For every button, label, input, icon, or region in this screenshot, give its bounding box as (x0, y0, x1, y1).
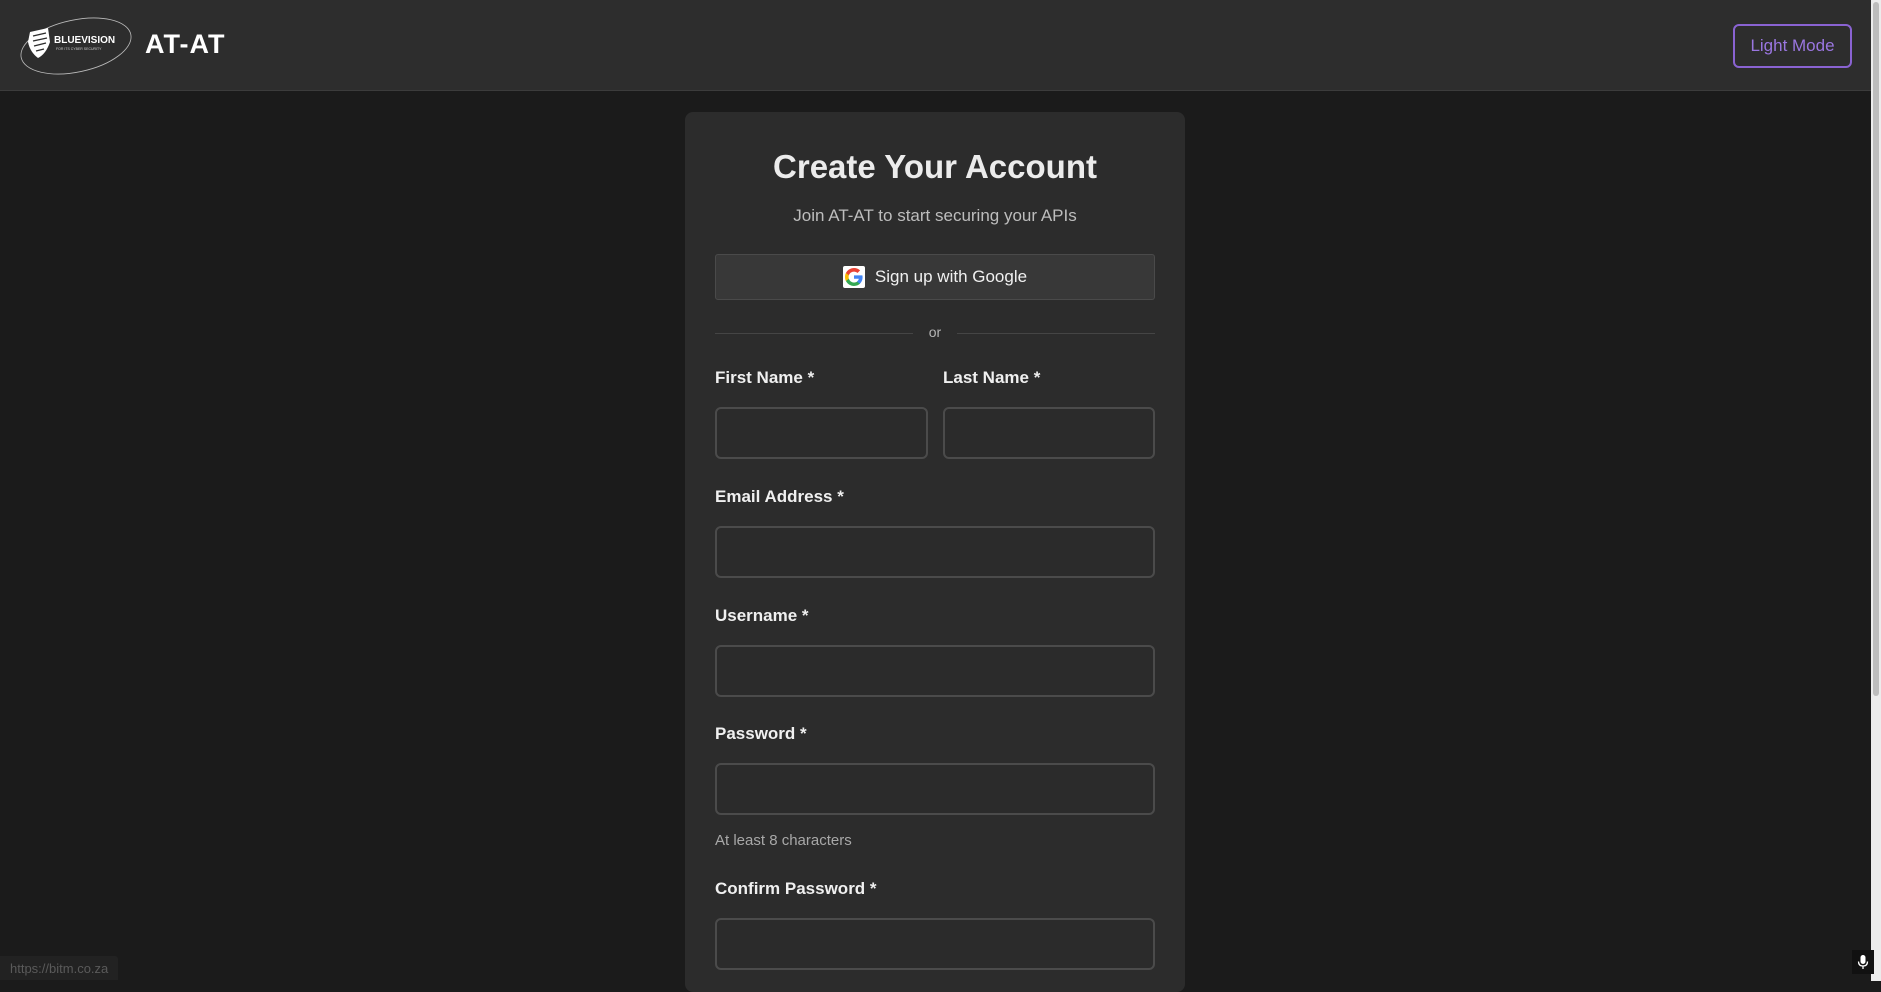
username-input[interactable] (715, 645, 1155, 697)
brand-logo[interactable]: BLUEVISION FOR ITS CYBER SECURITY (18, 12, 134, 80)
first-name-input[interactable] (715, 407, 928, 459)
divider-line-right (957, 333, 1155, 334)
divider-text: or (928, 324, 942, 340)
google-signup-label: Sign up with Google (874, 267, 1028, 286)
confirm-password-input[interactable] (715, 918, 1155, 970)
page-subtitle: Join AT-AT to start securing your APIs (793, 206, 1077, 225)
signup-card: Create Your Account Join AT-AT to start … (685, 112, 1185, 992)
confirm-password-label: Confirm Password * (715, 879, 877, 898)
google-icon (842, 266, 865, 288)
light-mode-button[interactable]: Light Mode (1733, 24, 1852, 68)
username-label: Username * (715, 606, 809, 625)
google-signup-button[interactable]: Sign up with Google (715, 254, 1155, 300)
shield-icon: BLUEVISION FOR ITS CYBER SECURITY (20, 17, 132, 75)
microphone-button[interactable] (1852, 950, 1874, 974)
first-name-label: First Name * (715, 368, 815, 387)
logo-text: BLUEVISION (54, 35, 115, 46)
page-title: Create Your Account (773, 148, 1097, 185)
password-hint: At least 8 characters (715, 832, 852, 849)
app-title: AT-AT (145, 29, 226, 59)
email-label: Email Address * (715, 487, 844, 506)
scrollbar-thumb[interactable] (1873, 2, 1879, 696)
password-label: Password * (715, 724, 807, 743)
password-input[interactable] (715, 763, 1155, 815)
last-name-input[interactable] (943, 407, 1155, 459)
page-scrollbar[interactable] (1871, 0, 1881, 981)
logo-tagline: FOR ITS CYBER SECURITY (56, 47, 102, 51)
email-input[interactable] (715, 526, 1155, 578)
top-bar: BLUEVISION FOR ITS CYBER SECURITY AT-AT … (0, 0, 1871, 91)
status-bar-url: https://bitm.co.za (0, 956, 119, 980)
last-name-label: Last Name * (943, 368, 1041, 387)
microphone-icon (1857, 955, 1869, 969)
